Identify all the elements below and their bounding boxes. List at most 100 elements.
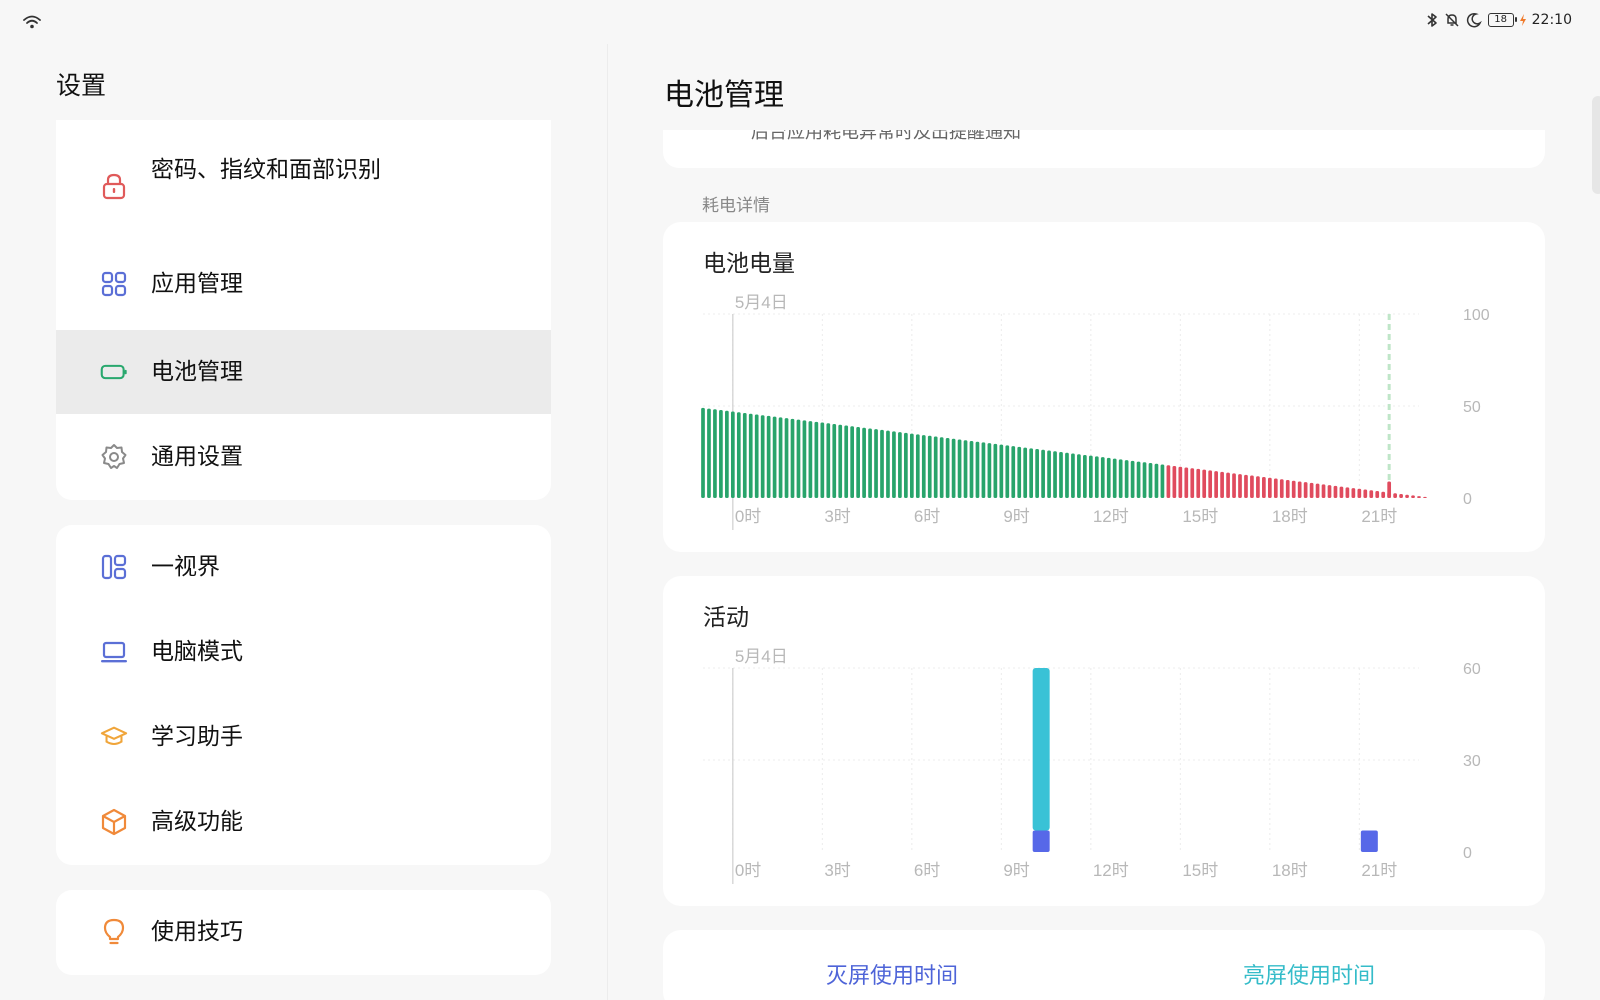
settings-group-1: 密码、指纹和面部识别 应用管理 电池管理 通用设置	[56, 120, 551, 500]
battery-bar	[736, 412, 741, 498]
battery-bar	[707, 408, 711, 498]
activity-bar-screen-on	[1032, 668, 1050, 831]
battery-bar	[939, 437, 944, 498]
battery-bar	[898, 432, 902, 498]
battery-bar	[1297, 481, 1302, 498]
activity-card: 活动 60 30 0 0时 3时 6时 9时 12时 15时 18时 21时 5月4日	[663, 576, 1545, 906]
battery-bar	[1023, 447, 1028, 498]
menu-item-label: 电脑模式	[151, 639, 243, 665]
scrollbar-handle[interactable]	[1592, 96, 1600, 194]
x-tick-label: 9时	[1003, 861, 1029, 880]
battery-bar	[999, 444, 1004, 498]
battery-bar	[909, 433, 914, 498]
menu-item-study[interactable]: 学习助手	[56, 695, 551, 780]
battery-bar	[1423, 496, 1427, 498]
battery-bar	[1256, 476, 1260, 498]
battery-bar	[862, 427, 866, 498]
menu-item-label: 一视界	[151, 554, 220, 580]
settings-title: 设置	[56, 71, 107, 100]
battery-bar	[1041, 449, 1045, 498]
battery-bar	[1088, 455, 1093, 498]
battery-bar	[1029, 448, 1034, 498]
charging-bolt-icon	[1519, 14, 1526, 26]
battery-bar	[1100, 457, 1105, 498]
battery-bar	[1291, 480, 1296, 498]
notification-setting-text: 后台应用耗电异常时及出提醒通知	[751, 130, 1021, 143]
battery-bar	[1387, 481, 1392, 498]
menu-item-label: 高级功能	[151, 809, 243, 835]
menu-item-pc-mode[interactable]: 电脑模式	[56, 610, 551, 695]
battery-bar	[844, 425, 849, 498]
tab-screen-off-time[interactable]: 灭屏使用时间	[826, 958, 958, 990]
battery-bar	[1363, 489, 1368, 498]
battery-level-indicator: 18	[1487, 13, 1517, 27]
split-view-icon	[100, 553, 128, 581]
battery-bar	[1351, 488, 1356, 498]
menu-item-battery[interactable]: 电池管理	[56, 330, 551, 414]
menu-item-label: 使用技巧	[151, 919, 243, 945]
battery-bar	[1250, 475, 1254, 498]
x-tick-label: 6时	[914, 861, 940, 880]
menu-item-password[interactable]: 密码、指纹和面部识别	[56, 135, 551, 238]
battery-level-card: 电池电量 100 50 0 0时 3时 6时 9时 12时 15时 18时 21时 5月4日	[663, 222, 1545, 552]
x-tick-label: 21时	[1361, 507, 1397, 526]
lock-icon	[100, 172, 128, 200]
battery-bar	[915, 434, 920, 498]
menu-item-apps[interactable]: 应用管理	[56, 242, 551, 327]
battery-level-chart: 100 50 0 0时 3时 6时 9时 12时 15时 18时 21时 5月4日	[701, 293, 1490, 530]
y-tick-label: 0	[1463, 845, 1472, 862]
battery-bar	[981, 442, 986, 498]
menu-item-split-view[interactable]: 一视界	[56, 525, 551, 610]
cube-icon	[100, 808, 128, 836]
x-tick-label: 12时	[1093, 507, 1129, 526]
battery-bar	[1381, 491, 1386, 498]
battery-bar	[772, 416, 777, 498]
menu-item-label: 电池管理	[151, 359, 243, 385]
clock: 22:10	[1531, 12, 1572, 28]
x-tick-label: 3时	[824, 507, 850, 526]
battery-bar	[838, 424, 843, 498]
battery-bar	[1160, 464, 1165, 498]
battery-level-text: 18	[1494, 14, 1507, 25]
battery-bar	[987, 443, 992, 498]
battery-bar	[1202, 469, 1207, 498]
battery-bar	[921, 435, 926, 498]
battery-bar	[820, 422, 825, 498]
battery-bar	[796, 419, 801, 498]
battery-bar	[1345, 487, 1350, 498]
menu-item-tips[interactable]: 使用技巧	[56, 890, 551, 975]
battery-bar	[1142, 462, 1147, 498]
x-tick-label: 0时	[735, 507, 761, 526]
x-tick-label: 15时	[1182, 861, 1218, 880]
battery-bar	[1094, 456, 1099, 498]
menu-item-advanced[interactable]: 高级功能	[56, 780, 551, 865]
notification-setting-card[interactable]: 后台应用耗电异常时及出提醒通知	[663, 130, 1545, 168]
menu-item-general[interactable]: 通用设置	[56, 415, 551, 499]
battery-bar	[1405, 494, 1409, 498]
battery-bar	[1333, 485, 1338, 498]
lightbulb-icon	[100, 918, 128, 946]
battery-bar	[975, 441, 980, 498]
battery-bar	[826, 423, 831, 498]
battery-bar	[1226, 472, 1230, 498]
battery-bar	[904, 432, 908, 498]
battery-bar	[1411, 495, 1415, 498]
battery-bar	[1220, 471, 1224, 498]
battery-bar	[850, 426, 855, 498]
battery-bar	[725, 410, 729, 498]
activity-bar-screen-off	[1360, 830, 1378, 852]
x-tick-label: 9时	[1003, 507, 1029, 526]
graduation-cap-icon	[100, 723, 128, 751]
mute-bell-icon	[1445, 13, 1459, 27]
battery-bar	[1214, 471, 1218, 498]
battery-bar	[1262, 477, 1266, 498]
battery-bar	[993, 443, 998, 498]
battery-bar	[1190, 468, 1195, 498]
activity-chart: 60 30 0 0时 3时 6时 9时 12时 15时 18时 21时 5月4日	[703, 647, 1481, 884]
battery-bar	[1166, 465, 1171, 498]
y-tick-label: 30	[1463, 753, 1481, 770]
battery-icon	[100, 358, 128, 386]
y-tick-label: 50	[1463, 399, 1481, 416]
tab-screen-on-time[interactable]: 亮屏使用时间	[1243, 958, 1375, 990]
section-label: 耗电详情	[702, 196, 770, 216]
